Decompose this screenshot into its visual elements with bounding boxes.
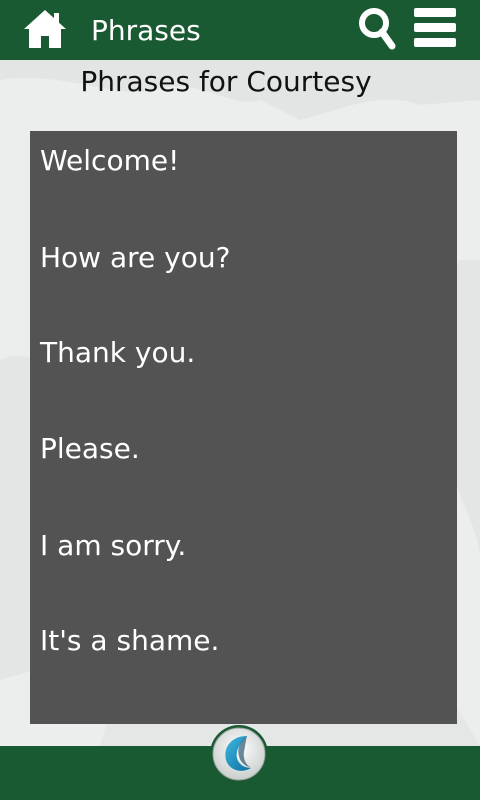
app-logo-icon bbox=[210, 725, 268, 783]
phrase-item[interactable]: How are you? bbox=[40, 240, 450, 276]
menu-icon bbox=[414, 8, 456, 17]
menu-icon-line bbox=[414, 38, 456, 47]
menu-icon-line bbox=[414, 23, 456, 32]
phrases-list: Welcome! How are you? Thank you. Please.… bbox=[30, 131, 457, 724]
search-button[interactable] bbox=[357, 6, 397, 50]
app-bar-title: Phrases bbox=[91, 14, 201, 47]
phrase-item[interactable]: I am sorry. bbox=[40, 528, 450, 564]
phrase-item[interactable]: Thank you. bbox=[40, 335, 450, 371]
home-icon bbox=[24, 10, 66, 48]
page-heading: Phrases for Courtesy bbox=[80, 65, 372, 98]
top-app-bar: Phrases bbox=[0, 0, 480, 60]
phrase-item[interactable]: Welcome! bbox=[40, 143, 450, 179]
search-icon bbox=[359, 8, 396, 50]
home-button[interactable] bbox=[22, 8, 68, 50]
app-logo-button[interactable] bbox=[209, 724, 269, 784]
phrase-item[interactable]: It's a shame. bbox=[40, 623, 450, 659]
menu-button[interactable] bbox=[414, 8, 456, 48]
phrase-item[interactable]: Please. bbox=[40, 431, 450, 467]
